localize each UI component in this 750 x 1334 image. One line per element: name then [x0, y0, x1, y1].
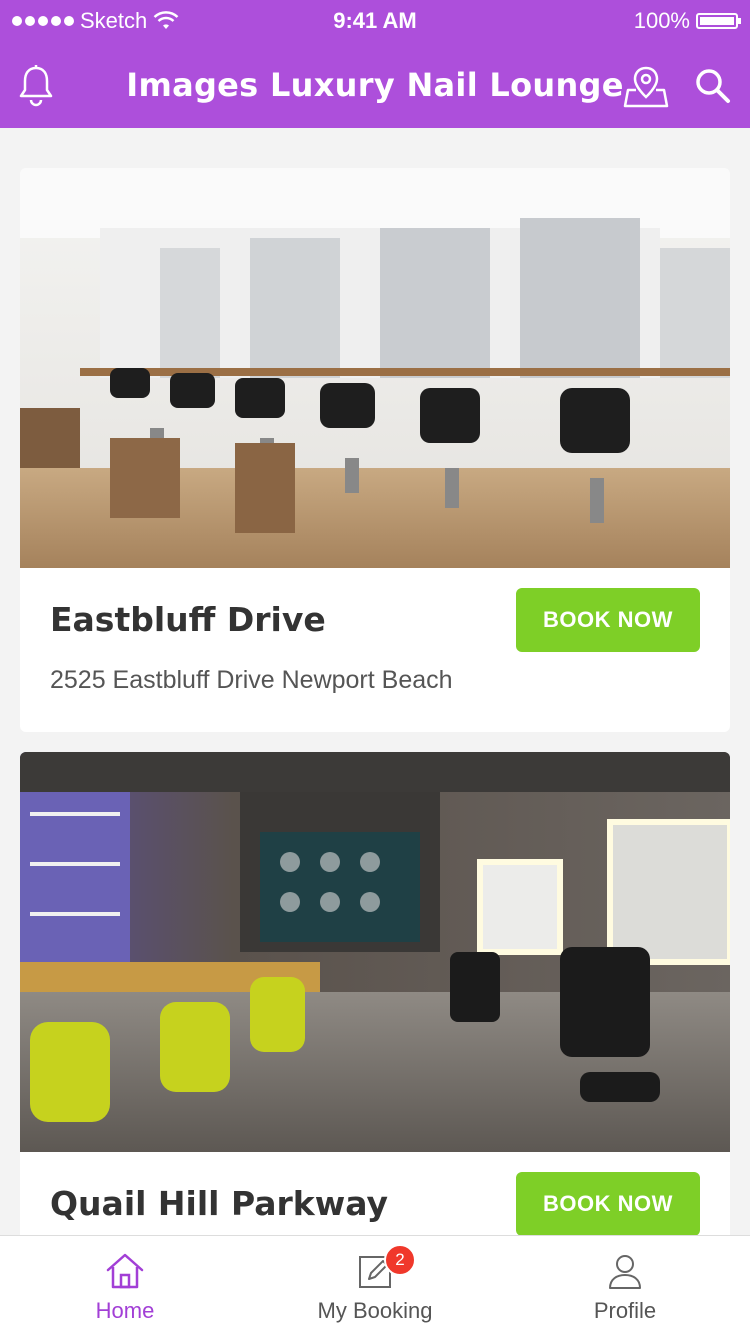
book-now-button[interactable]: BOOK NOW — [516, 588, 700, 652]
location-card[interactable]: Quail Hill Parkway BOOK NOW — [20, 752, 730, 1272]
navigation-bar: Images Luxury Nail Lounge — [0, 56, 750, 120]
location-name: Quail Hill Parkway — [50, 1184, 389, 1223]
salon-interior-photo — [20, 752, 730, 1152]
search-icon[interactable] — [692, 64, 734, 113]
user-icon — [609, 1255, 641, 1289]
tab-label: My Booking — [317, 1298, 433, 1323]
salon-interior-photo — [20, 168, 730, 568]
battery-percent: 100% — [633, 8, 690, 33]
location-name: Eastbluff Drive — [50, 600, 326, 639]
status-bar: Sketch 9:41 AM 100% — [0, 0, 750, 40]
booking-count-badge: 2 — [384, 1244, 416, 1276]
battery-icon — [696, 13, 741, 29]
tab-label: Home — [95, 1298, 155, 1323]
tab-label: Profile — [593, 1298, 657, 1323]
location-card[interactable]: Eastbluff Drive 2525 Eastbluff Drive New… — [20, 168, 730, 732]
tab-home[interactable]: Home — [0, 1236, 250, 1334]
location-pin-icon[interactable] — [622, 64, 670, 115]
location-address: 2525 Eastbluff Drive Newport Beach — [50, 666, 453, 694]
tab-profile[interactable]: Profile — [500, 1236, 750, 1334]
book-now-button[interactable]: BOOK NOW — [516, 1172, 700, 1236]
home-icon — [106, 1253, 144, 1289]
tab-bar: Home 2 My Booking Profile — [0, 1235, 750, 1334]
top-bar: Sketch 9:41 AM 100% Images Luxury Nail L… — [0, 0, 750, 128]
tab-my-booking[interactable]: 2 My Booking — [250, 1236, 500, 1334]
